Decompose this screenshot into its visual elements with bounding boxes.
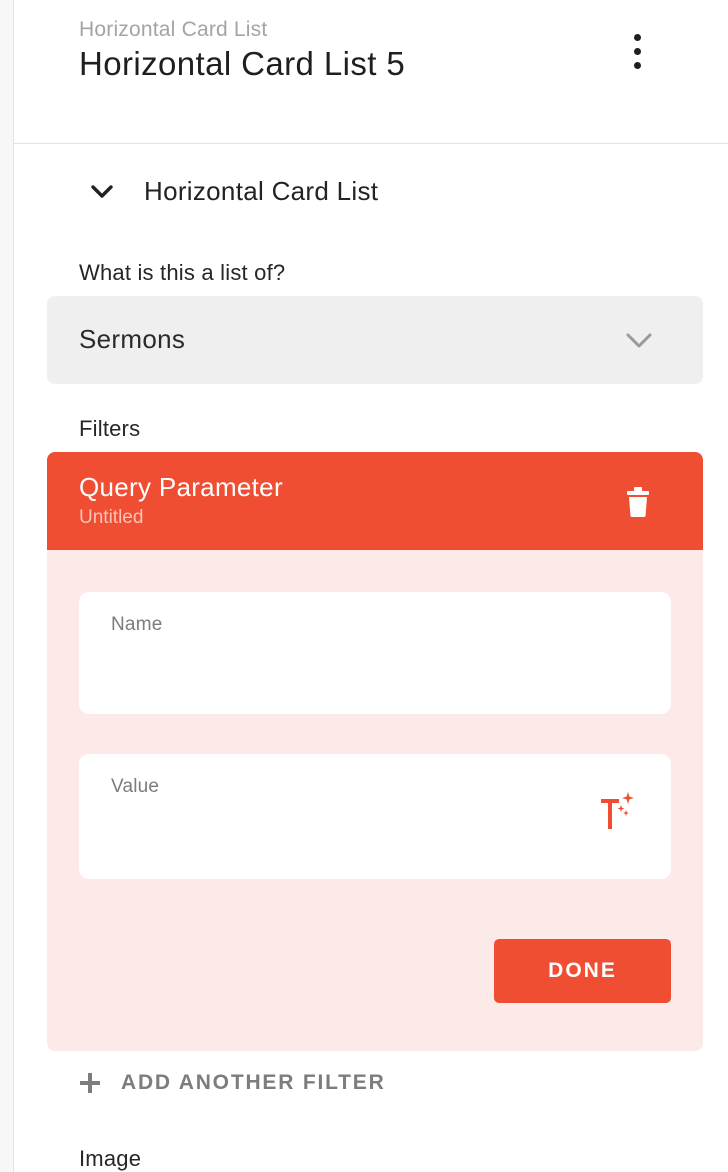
list-of-label: What is this a list of?: [79, 260, 286, 285]
panel-header: Horizontal Card List Horizontal Card Lis…: [14, 0, 728, 144]
filter-card: Query Parameter Untitled Name Value DONE: [47, 452, 703, 1051]
value-field-label: Value: [111, 776, 160, 797]
filter-title: Query Parameter: [79, 472, 283, 502]
trash-icon[interactable]: [625, 486, 651, 518]
value-input[interactable]: [111, 835, 611, 865]
value-field[interactable]: Value: [79, 754, 671, 879]
chevron-down-icon: [91, 185, 113, 198]
image-label: Image: [79, 1146, 142, 1171]
section-title: Horizontal Card List: [144, 176, 379, 206]
add-another-filter-button[interactable]: ADD ANOTHER FILTER: [79, 1066, 439, 1100]
kebab-menu-icon[interactable]: [626, 30, 650, 74]
filter-subtitle: Untitled: [79, 507, 144, 528]
chevron-down-icon: [626, 333, 652, 348]
name-input[interactable]: [111, 670, 611, 700]
settings-panel: Horizontal Card List Horizontal Card Lis…: [13, 0, 728, 1172]
done-button[interactable]: DONE: [494, 939, 671, 1003]
plus-icon: [80, 1073, 100, 1093]
section-toggle[interactable]: Horizontal Card List: [84, 170, 484, 212]
page-title: Horizontal Card List 5: [79, 45, 406, 82]
filter-card-header[interactable]: Query Parameter Untitled: [47, 452, 703, 550]
magic-text-icon[interactable]: [597, 790, 641, 834]
name-field-label: Name: [111, 614, 163, 635]
list-of-select[interactable]: Sermons: [47, 296, 703, 384]
list-of-selected-value: Sermons: [79, 324, 186, 354]
filters-label: Filters: [79, 416, 141, 441]
add-another-filter-label: ADD ANOTHER FILTER: [121, 1071, 386, 1094]
header-overline: Horizontal Card List: [79, 18, 268, 41]
name-field[interactable]: Name: [79, 592, 671, 714]
